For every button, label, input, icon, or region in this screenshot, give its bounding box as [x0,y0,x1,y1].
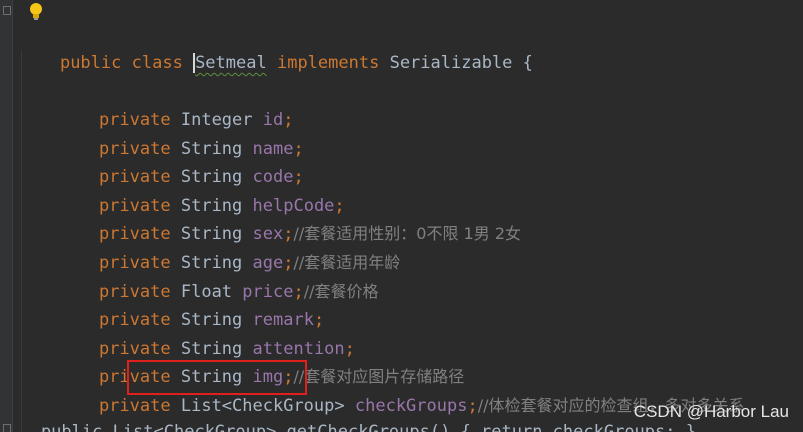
interface-name[interactable]: Serializable [390,53,513,73]
lightbulb-icon[interactable] [27,1,45,21]
code-line[interactable]: private String name; [58,107,304,159]
class-name[interactable]: Setmeal [193,53,267,73]
code-line[interactable]: private Integer id; [58,78,294,130]
open-brace: { [522,53,533,73]
keyword: class [131,53,183,73]
code-line[interactable]: private String code; [58,135,304,187]
field-type: List<CheckGroup> [180,396,345,416]
partial-code-line[interactable]: public List<CheckGroup> getCheckGroups()… [0,418,696,432]
indent-guide [21,50,22,432]
editor-gutter[interactable] [0,0,13,432]
keyword: public [59,53,122,73]
red-highlight-box [127,360,307,395]
watermark: CSDN @Harbor Lau [633,402,789,421]
code-line[interactable]: private String helpCode; [58,164,345,216]
code-line[interactable]: private Float price;//套餐价格 [58,250,379,302]
keyword: implements [276,53,380,73]
code-editor[interactable]: public class Setmeal implements Serializ… [0,0,803,432]
code-line[interactable]: private String attention; [58,307,355,359]
code-line[interactable]: private String age;//套餐适用年龄 [58,221,400,273]
keyword: private [98,396,171,416]
code-line[interactable]: private String img;//套餐对应图片存储路径 [58,335,464,387]
code-line[interactable]: private String sex;//套餐适用性别：0不限 1男 2女 [58,192,521,244]
semicolon: ; [467,396,478,416]
field-name: checkGroups [354,396,468,416]
class-declaration-line[interactable]: public class Setmeal implements Serializ… [19,21,533,73]
code-line[interactable]: private String remark; [58,278,324,330]
fold-marker-icon[interactable] [3,6,11,15]
